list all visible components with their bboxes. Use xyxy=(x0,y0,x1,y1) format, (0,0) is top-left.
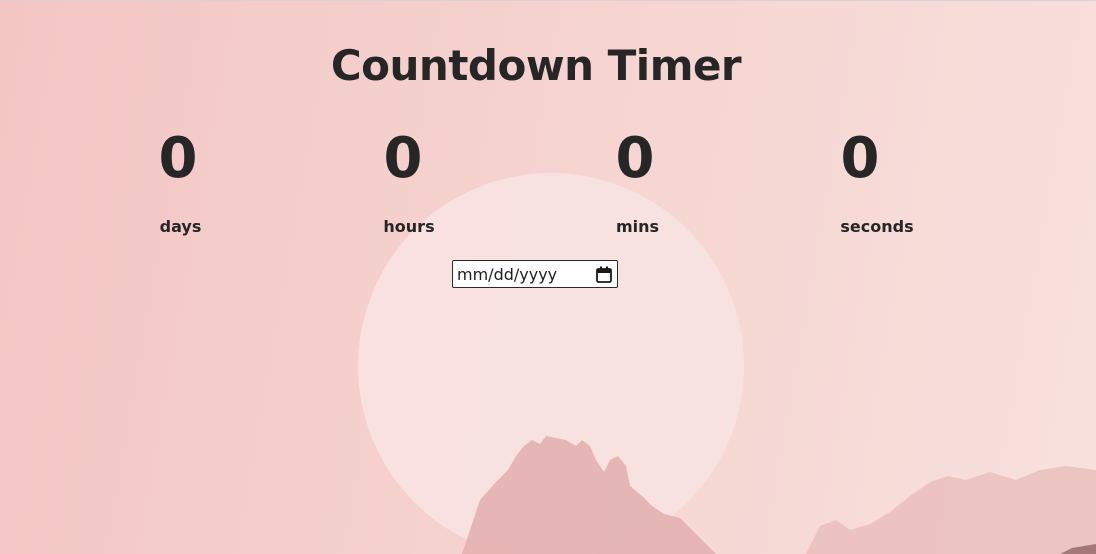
timer-seconds: 0 seconds xyxy=(780,126,940,238)
calendar-icon[interactable] xyxy=(596,266,612,283)
timer-mins: 0 mins xyxy=(555,126,715,238)
date-input-placeholder[interactable]: mm/dd/yyyy xyxy=(457,265,557,285)
page-title: Countdown Timer xyxy=(330,41,742,90)
days-value: 0 xyxy=(158,126,198,191)
hours-value: 0 xyxy=(383,126,423,191)
mountain-right-shape xyxy=(806,466,1096,554)
timer-days: 0 days xyxy=(98,126,258,238)
seconds-value: 0 xyxy=(840,126,880,191)
mins-value: 0 xyxy=(615,126,655,191)
mins-label: mins xyxy=(615,217,660,236)
hours-label: hours xyxy=(383,217,435,236)
timer-hours: 0 hours xyxy=(323,126,483,238)
days-label: days xyxy=(159,217,202,236)
date-input[interactable]: mm/dd/yyyy xyxy=(452,260,618,288)
seconds-label: seconds xyxy=(840,217,914,236)
